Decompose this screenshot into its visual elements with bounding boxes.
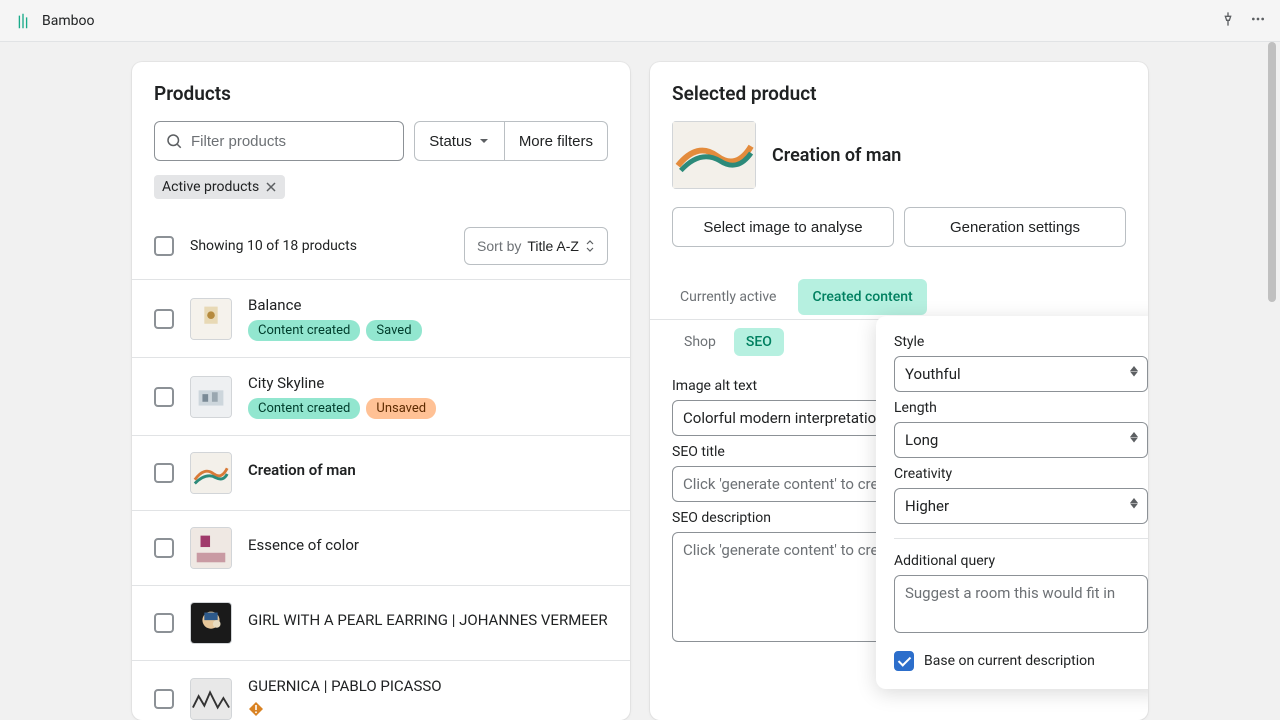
product-body: GUERNICA | PABLO PICASSO (248, 677, 608, 720)
product-checkbox[interactable] (154, 309, 174, 329)
selected-heading: Selected product (672, 82, 1126, 105)
warning-icon (248, 701, 264, 720)
close-icon[interactable] (265, 181, 277, 193)
subtab-shop[interactable]: Shop (672, 328, 728, 356)
product-title: Creation of man (248, 461, 608, 479)
product-row[interactable]: GUERNICA | PABLO PICASSO (132, 661, 630, 720)
style-label: Style (894, 334, 1148, 350)
product-row[interactable]: City Skyline Content created Unsaved (132, 358, 630, 436)
sort-value: Title A-Z (527, 238, 579, 254)
status-badge: Content created (248, 320, 360, 341)
length-select[interactable]: Long (894, 422, 1148, 458)
status-badge: Unsaved (366, 398, 436, 419)
tab-currently-active[interactable]: Currently active (666, 279, 790, 315)
status-badge: Saved (366, 320, 421, 341)
product-body: City Skyline Content created Unsaved (248, 374, 608, 419)
product-body: Balance Content created Saved (248, 296, 608, 341)
products-panel: Products Status More filters Active prod… (132, 62, 630, 720)
product-title: GUERNICA | PABLO PICASSO (248, 677, 608, 695)
products-heading: Products (154, 82, 608, 105)
product-title: GIRL WITH A PEARL EARRING | JOHANNES VER… (248, 611, 608, 629)
product-thumbnail (190, 298, 232, 340)
product-badges: Content created Saved (248, 320, 608, 341)
pin-icon[interactable] (1220, 11, 1236, 31)
status-badge: Content created (248, 398, 360, 419)
creativity-select[interactable]: Higher (894, 488, 1148, 524)
sort-arrows-icon (585, 240, 595, 252)
product-row[interactable]: GIRL WITH A PEARL EARRING | JOHANNES VER… (132, 586, 630, 661)
app-logo-icon (14, 12, 32, 30)
product-thumbnail (190, 602, 232, 644)
chevron-down-icon (478, 135, 490, 147)
selected-title: Creation of man (772, 145, 901, 166)
scrollbar-thumb[interactable] (1268, 42, 1276, 302)
product-checkbox[interactable] (154, 463, 174, 483)
product-thumbnail (190, 376, 232, 418)
product-title: Balance (248, 296, 608, 314)
selected-product-panel: Selected product Creation of man Select … (650, 62, 1148, 720)
search-input-wrap[interactable] (154, 121, 404, 161)
product-row[interactable]: Balance Content created Saved (132, 280, 630, 358)
product-row[interactable]: Creation of man (132, 436, 630, 511)
product-list: BalanceContent createdSavedCity SkylineC… (132, 279, 630, 720)
subtab-seo[interactable]: SEO (734, 328, 784, 356)
product-title: City Skyline (248, 374, 608, 392)
more-filters-button[interactable]: More filters (505, 121, 608, 161)
status-label: Status (429, 133, 472, 150)
active-products-chip[interactable]: Active products (154, 175, 285, 199)
content-tabs: Currently active Created content (650, 275, 1148, 320)
product-row[interactable]: Essence of color (132, 511, 630, 586)
generation-settings-popover: Style Youthful Length Long Creativity Hi… (876, 316, 1148, 689)
product-thumbnail (190, 452, 232, 494)
product-checkbox[interactable] (154, 613, 174, 633)
base-on-current-label: Base on current description (924, 653, 1095, 669)
divider (894, 538, 1148, 539)
product-title: Essence of color (248, 536, 608, 554)
select-image-button[interactable]: Select image to analyse (672, 207, 894, 247)
generation-settings-button[interactable]: Generation settings (904, 207, 1126, 247)
topbar: Bamboo (0, 0, 1280, 42)
length-label: Length (894, 400, 1148, 416)
additional-query-label: Additional query (894, 553, 1148, 569)
showing-count: Showing 10 of 18 products (190, 238, 357, 254)
product-thumbnail (190, 527, 232, 569)
app-title: Bamboo (42, 13, 94, 29)
more-icon[interactable] (1250, 11, 1266, 31)
creativity-label: Creativity (894, 466, 1148, 482)
sort-button[interactable]: Sort by Title A-Z (464, 227, 608, 265)
product-body: Essence of color (248, 536, 608, 560)
product-thumbnail (190, 678, 232, 720)
page-scrollbar[interactable] (1268, 42, 1278, 720)
product-badges (248, 701, 608, 720)
base-on-current-checkbox[interactable] (894, 651, 914, 671)
tab-created-content[interactable]: Created content (798, 279, 926, 315)
search-input[interactable] (191, 133, 393, 150)
selected-thumbnail (672, 121, 756, 189)
product-body: GIRL WITH A PEARL EARRING | JOHANNES VER… (248, 611, 608, 635)
status-filter-button[interactable]: Status (414, 121, 505, 161)
product-body: Creation of man (248, 461, 608, 485)
style-select[interactable]: Youthful (894, 356, 1148, 392)
product-badges: Content created Unsaved (248, 398, 608, 419)
product-checkbox[interactable] (154, 387, 174, 407)
search-icon (165, 132, 183, 150)
product-checkbox[interactable] (154, 538, 174, 558)
sort-prefix: Sort by (477, 238, 521, 254)
additional-query-input[interactable] (894, 575, 1148, 633)
product-checkbox[interactable] (154, 689, 174, 709)
chip-label: Active products (162, 179, 259, 195)
select-all-checkbox[interactable] (154, 236, 174, 256)
